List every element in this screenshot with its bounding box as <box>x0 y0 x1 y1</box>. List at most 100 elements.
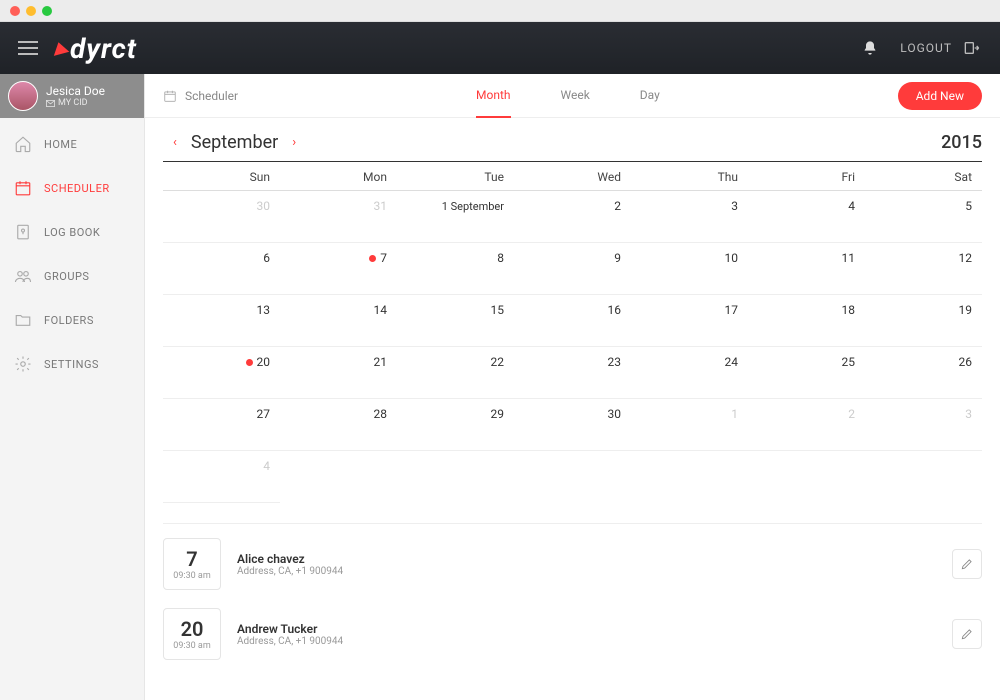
calendar-cell[interactable]: 3 <box>865 399 982 451</box>
main-content: Scheduler Month Week Day Add New ‹ Septe… <box>145 74 1000 700</box>
weekday-label: Tue <box>397 164 514 190</box>
sidebar-item-label: LOG BOOK <box>44 226 100 239</box>
gear-icon <box>14 355 32 373</box>
logo-arrow-icon <box>51 40 70 56</box>
calendar-cell[interactable]: 2 <box>514 191 631 243</box>
event-address: Address, CA, +1 900944 <box>237 566 343 577</box>
event-name: Alice chavez <box>237 552 343 566</box>
event-dot-icon <box>246 359 253 366</box>
calendar-cell[interactable]: 4 <box>748 191 865 243</box>
event-name: Andrew Tucker <box>237 622 343 636</box>
sidebar-item-label: HOME <box>44 138 77 151</box>
page-title: Scheduler <box>185 89 238 103</box>
logout-link[interactable]: LOGOUT <box>900 41 952 55</box>
calendar-cell[interactable]: 26 <box>865 347 982 399</box>
folder-icon <box>14 311 32 329</box>
calendar-icon <box>14 179 32 197</box>
calendar-cell[interactable]: 5 <box>865 191 982 243</box>
next-month-button[interactable]: › <box>282 135 306 150</box>
calendar-cell[interactable]: 28 <box>280 399 397 451</box>
calendar-cell[interactable]: 24 <box>631 347 748 399</box>
calendar-header: ‹ September › 2015 <box>163 132 982 162</box>
edit-event-button[interactable] <box>952 619 982 649</box>
traffic-light-close[interactable] <box>10 6 20 16</box>
sidebar-item-label: FOLDERS <box>44 314 94 327</box>
calendar-cell[interactable]: 29 <box>397 399 514 451</box>
sidebar: Jesica Doe MY CID HOME SCHEDULER LOG BOO… <box>0 74 145 700</box>
calendar-cell[interactable]: 10 <box>631 243 748 295</box>
avatar <box>8 81 38 111</box>
sidebar-item-groups[interactable]: GROUPS <box>0 254 144 298</box>
topbar: dyrct LOGOUT <box>0 22 1000 74</box>
tab-day[interactable]: Day <box>640 74 660 118</box>
calendar-cell[interactable]: 20 <box>163 347 280 399</box>
menu-toggle-icon[interactable] <box>18 41 38 55</box>
calendar-cell[interactable]: 9 <box>514 243 631 295</box>
brand-text: dyrct <box>70 32 137 65</box>
logout-icon[interactable] <box>962 40 982 56</box>
event-date-box: 709:30 am <box>163 538 221 590</box>
calendar-cell[interactable]: 1 <box>631 399 748 451</box>
calendar-cell[interactable]: 15 <box>397 295 514 347</box>
calendar-cell[interactable]: 18 <box>748 295 865 347</box>
edit-event-button[interactable] <box>952 549 982 579</box>
calendar-cell[interactable]: 7 <box>280 243 397 295</box>
calendar-cell[interactable]: 16 <box>514 295 631 347</box>
home-icon <box>14 135 32 153</box>
calendar-cell[interactable]: 27 <box>163 399 280 451</box>
calendar-cell[interactable]: 14 <box>280 295 397 347</box>
sidebar-item-label: GROUPS <box>44 270 89 283</box>
traffic-light-min[interactable] <box>26 6 36 16</box>
calendar-cell[interactable]: 2 <box>748 399 865 451</box>
sidebar-item-home[interactable]: HOME <box>0 122 144 166</box>
prev-month-button[interactable]: ‹ <box>163 135 187 150</box>
event-date-box: 2009:30 am <box>163 608 221 660</box>
month-title: September <box>191 132 278 153</box>
event-row: 709:30 am Alice chavezAddress, CA, +1 90… <box>163 538 982 590</box>
weekday-label: Thu <box>631 164 748 190</box>
calendar-cell[interactable]: 1 September <box>397 191 514 243</box>
calendar-cell[interactable]: 4 <box>163 451 280 503</box>
event-row: 2009:30 am Andrew TuckerAddress, CA, +1 … <box>163 608 982 660</box>
sidebar-item-label: SCHEDULER <box>44 182 110 195</box>
calendar-cell[interactable]: 13 <box>163 295 280 347</box>
calendar-cell[interactable]: 30 <box>514 399 631 451</box>
notifications-icon[interactable] <box>862 40 878 56</box>
calendar-cell[interactable]: 22 <box>397 347 514 399</box>
brand-logo[interactable]: dyrct <box>52 32 137 65</box>
calendar-cell[interactable]: 25 <box>748 347 865 399</box>
calendar-grid: 30311 September2345678910111213141516171… <box>163 191 982 503</box>
window-titlebar <box>0 0 1000 22</box>
sidebar-item-label: SETTINGS <box>44 358 99 371</box>
traffic-light-max[interactable] <box>42 6 52 16</box>
add-new-button[interactable]: Add New <box>898 82 982 110</box>
event-list: 709:30 am Alice chavezAddress, CA, +1 90… <box>163 523 982 660</box>
calendar-cell[interactable]: 19 <box>865 295 982 347</box>
user-sub: MY CID <box>46 98 105 108</box>
calendar-cell[interactable]: 8 <box>397 243 514 295</box>
calendar-cell[interactable]: 11 <box>748 243 865 295</box>
weekday-label: Sat <box>865 164 982 190</box>
calendar-cell[interactable]: 30 <box>163 191 280 243</box>
calendar-cell[interactable]: 31 <box>280 191 397 243</box>
tab-month[interactable]: Month <box>476 74 510 118</box>
calendar-cell[interactable]: 3 <box>631 191 748 243</box>
event-dot-icon <box>369 255 376 262</box>
calendar-cell[interactable]: 12 <box>865 243 982 295</box>
groups-icon <box>14 267 32 285</box>
sidebar-item-logbook[interactable]: LOG BOOK <box>0 210 144 254</box>
weekday-label: Wed <box>514 164 631 190</box>
user-card[interactable]: Jesica Doe MY CID <box>0 74 144 118</box>
weekday-label: Sun <box>163 164 280 190</box>
subheader: Scheduler Month Week Day Add New <box>145 74 1000 118</box>
calendar-cell[interactable]: 21 <box>280 347 397 399</box>
weekday-label: Fri <box>748 164 865 190</box>
sidebar-item-scheduler[interactable]: SCHEDULER <box>0 166 144 210</box>
sidebar-item-settings[interactable]: SETTINGS <box>0 342 144 386</box>
year-label: 2015 <box>941 132 982 153</box>
calendar-cell[interactable]: 23 <box>514 347 631 399</box>
calendar-cell[interactable]: 17 <box>631 295 748 347</box>
sidebar-item-folders[interactable]: FOLDERS <box>0 298 144 342</box>
calendar-cell[interactable]: 6 <box>163 243 280 295</box>
tab-week[interactable]: Week <box>561 74 590 118</box>
